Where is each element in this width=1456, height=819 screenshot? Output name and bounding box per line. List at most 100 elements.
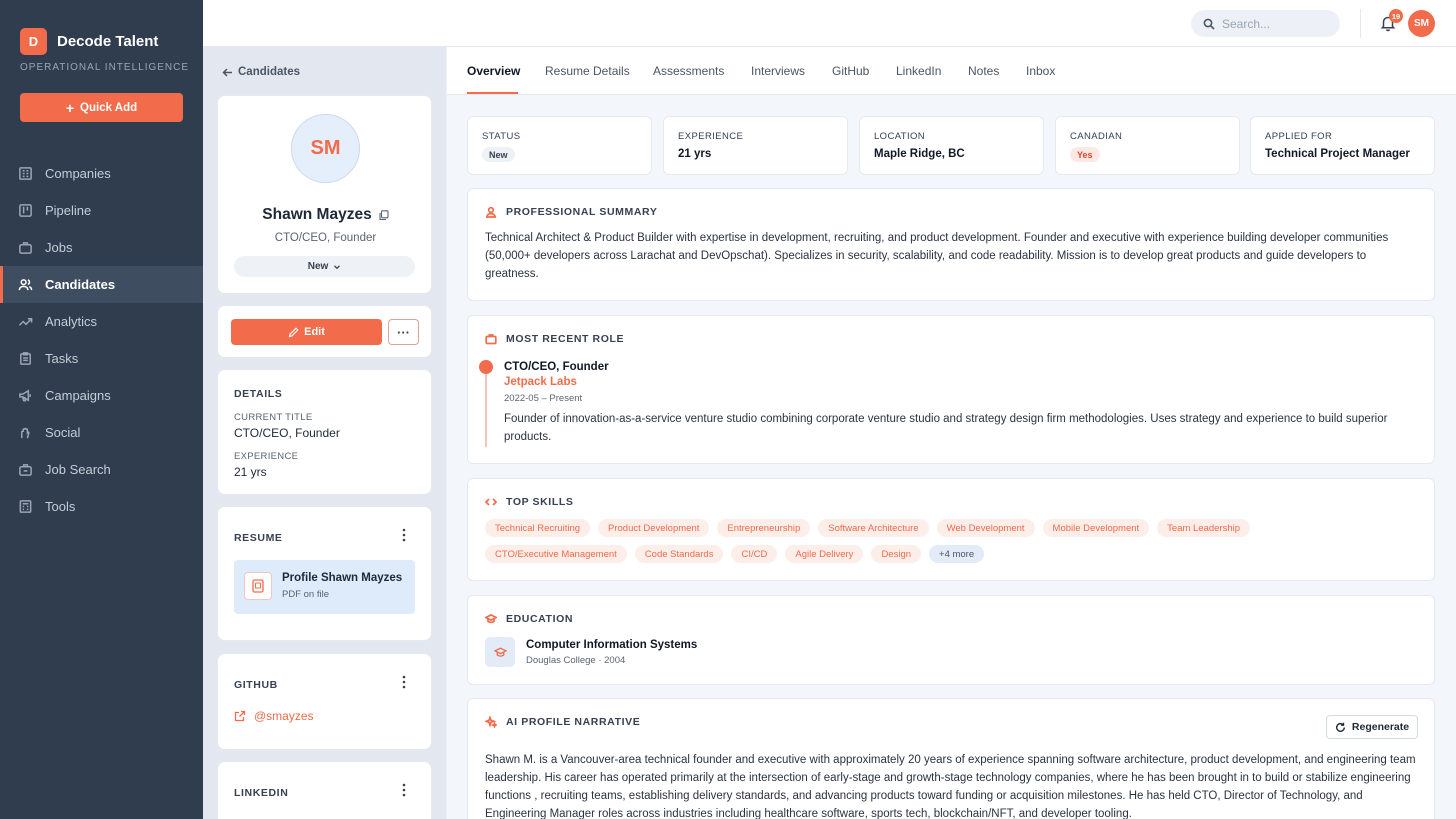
education-school: Douglas College · 2004: [526, 655, 626, 666]
timeline-dot: [479, 360, 493, 374]
stat-value: 21 yrs: [678, 148, 712, 160]
github-link[interactable]: @smayzes: [234, 709, 314, 723]
sidebar-item-analytics[interactable]: Analytics: [0, 303, 203, 340]
github-title: GITHUB: [234, 679, 278, 691]
graduation-cap-icon: [493, 646, 507, 657]
topbar-divider: [1360, 9, 1361, 38]
stat-applied-for: APPLIED FOR Technical Project Manager: [1250, 116, 1435, 175]
tab-linkedin[interactable]: LinkedIn: [896, 64, 941, 78]
stat-value: Maple Ridge, BC: [874, 148, 965, 160]
details-title: DETAILS: [234, 388, 283, 400]
more-options-button[interactable]: ···: [388, 319, 419, 345]
sidebar-item-label: Companies: [45, 166, 111, 181]
edit-label: Edit: [304, 326, 325, 338]
panel-title: TOP SKILLS: [485, 496, 573, 508]
briefcase-icon: [19, 242, 32, 254]
panel-title: EDUCATION: [485, 613, 573, 625]
search-input[interactable]: [1222, 16, 1332, 31]
more-skills-button[interactable]: +4 more: [929, 545, 985, 563]
candidate-name: Shawn Mayzes: [262, 206, 372, 223]
sidebar-item-label: Job Search: [45, 462, 111, 477]
panel-title: AI PROFILE NARRATIVE: [485, 716, 640, 728]
stat-experience: EXPERIENCE 21 yrs: [663, 116, 848, 175]
profile-card: SM Shawn Mayzes CTO/CEO, Founder New: [217, 95, 432, 294]
kebab-menu-icon[interactable]: [401, 675, 407, 689]
user-avatar[interactable]: SM: [1408, 10, 1435, 37]
tab-notes[interactable]: Notes: [968, 64, 999, 78]
sidebar-item-label: Campaigns: [45, 388, 111, 403]
sidebar-item-jobs[interactable]: Jobs: [0, 229, 203, 266]
megaphone-icon: [19, 389, 31, 402]
panel-title-text: TOP SKILLS: [506, 496, 574, 508]
skill-tag: Product Development: [598, 519, 710, 537]
sidebar-item-candidates[interactable]: Candidates: [0, 266, 203, 303]
canadian-badge: Yes: [1070, 147, 1100, 162]
tab-resume-details[interactable]: Resume Details: [545, 64, 630, 78]
education-panel: EDUCATION Computer Information Systems D…: [467, 595, 1435, 685]
sidebar-item-label: Analytics: [45, 314, 98, 329]
sidebar-item-social[interactable]: Social: [0, 414, 203, 451]
stat-label: EXPERIENCE: [678, 131, 744, 142]
kebab-menu-icon[interactable]: [401, 528, 407, 542]
resume-title: RESUME: [234, 532, 283, 544]
experience-value: 21 yrs: [234, 465, 267, 479]
sidebar-item-campaigns[interactable]: Campaigns: [0, 377, 203, 414]
quick-add-button[interactable]: + Quick Add: [20, 93, 183, 122]
summary-text: Technical Architect & Product Builder wi…: [485, 232, 1389, 280]
regenerate-label: Regenerate: [1351, 721, 1410, 733]
sidebar-item-companies[interactable]: Companies: [0, 155, 203, 192]
candidate-name-row: Shawn Mayzes: [218, 206, 433, 224]
skill-tag: Technical Recruiting: [485, 519, 591, 537]
copy-icon[interactable]: [378, 209, 389, 221]
sidebar-item-label: Candidates: [45, 277, 116, 292]
edit-button[interactable]: Edit: [231, 319, 382, 345]
tab-github[interactable]: GitHub: [832, 64, 869, 78]
users-icon: [18, 279, 33, 291]
back-link[interactable]: Candidates: [222, 66, 300, 78]
current-title-value: CTO/CEO, Founder: [234, 426, 340, 440]
candidate-sidebar: Candidates SM Shawn Mayzes CTO/CEO, Foun…: [203, 47, 446, 819]
tab-interviews[interactable]: Interviews: [751, 64, 805, 78]
resume-file[interactable]: Profile Shawn Mayzes PDF on file: [234, 560, 415, 614]
tab-overview[interactable]: Overview: [467, 64, 520, 78]
linkedin-card: LINKEDIN: [217, 761, 432, 819]
sidebar-item-tasks[interactable]: Tasks: [0, 340, 203, 377]
narrative-text: Shawn M. is a Vancouver-area technical f…: [485, 754, 1416, 819]
brand[interactable]: D Decode Talent: [20, 28, 158, 55]
sidebar-item-label: Social: [45, 425, 81, 440]
skill-tag: Entrepreneurship: [717, 519, 811, 537]
stat-value: Technical Project Manager: [1265, 148, 1410, 160]
panel-title-text: AI PROFILE NARRATIVE: [506, 716, 641, 728]
briefcase-search-icon: [19, 464, 32, 476]
status-dropdown[interactable]: New: [234, 256, 415, 277]
stat-label: CANADIAN: [1070, 131, 1123, 142]
regenerate-button[interactable]: Regenerate: [1326, 715, 1418, 739]
code-icon: [485, 498, 497, 506]
tab-bar: Overview Resume Details Assessments Inte…: [447, 47, 1456, 95]
details-card: DETAILS CURRENT TITLE CTO/CEO, Founder E…: [217, 369, 432, 495]
kebab-menu-icon[interactable]: [401, 783, 407, 797]
hand-icon: [21, 427, 30, 439]
refresh-icon: [1335, 722, 1345, 732]
recent-role-panel: MOST RECENT ROLE CTO/CEO, Founder Jetpac…: [467, 315, 1435, 464]
skill-tag: Code Standards: [634, 545, 724, 563]
panel-title-text: EDUCATION: [506, 613, 574, 625]
sidebar-item-tools[interactable]: Tools: [0, 488, 203, 525]
role-dates: 2022-05 – Present: [504, 393, 583, 404]
brand-subtitle: OPERATIONAL INTELLIGENCE: [20, 62, 190, 73]
brand-name: Decode Talent: [57, 33, 159, 50]
sidebar-item-job-search[interactable]: Job Search: [0, 451, 203, 488]
building-icon: [19, 167, 32, 180]
education-degree: Computer Information Systems: [526, 639, 698, 651]
sidebar-item-pipeline[interactable]: Pipeline: [0, 192, 203, 229]
stat-label: LOCATION: [874, 131, 926, 142]
stat-label: APPLIED FOR: [1265, 131, 1333, 142]
top-skills-panel: TOP SKILLS Technical Recruiting Product …: [467, 478, 1435, 581]
tab-inbox[interactable]: Inbox: [1026, 64, 1055, 78]
tab-assessments[interactable]: Assessments: [653, 64, 724, 78]
search-box[interactable]: [1191, 10, 1340, 37]
role-title: CTO/CEO, Founder: [504, 361, 609, 373]
main-content: Overview Resume Details Assessments Inte…: [447, 47, 1456, 819]
quick-add-label: Quick Add: [80, 101, 138, 114]
role-company: Jetpack Labs: [504, 376, 577, 388]
